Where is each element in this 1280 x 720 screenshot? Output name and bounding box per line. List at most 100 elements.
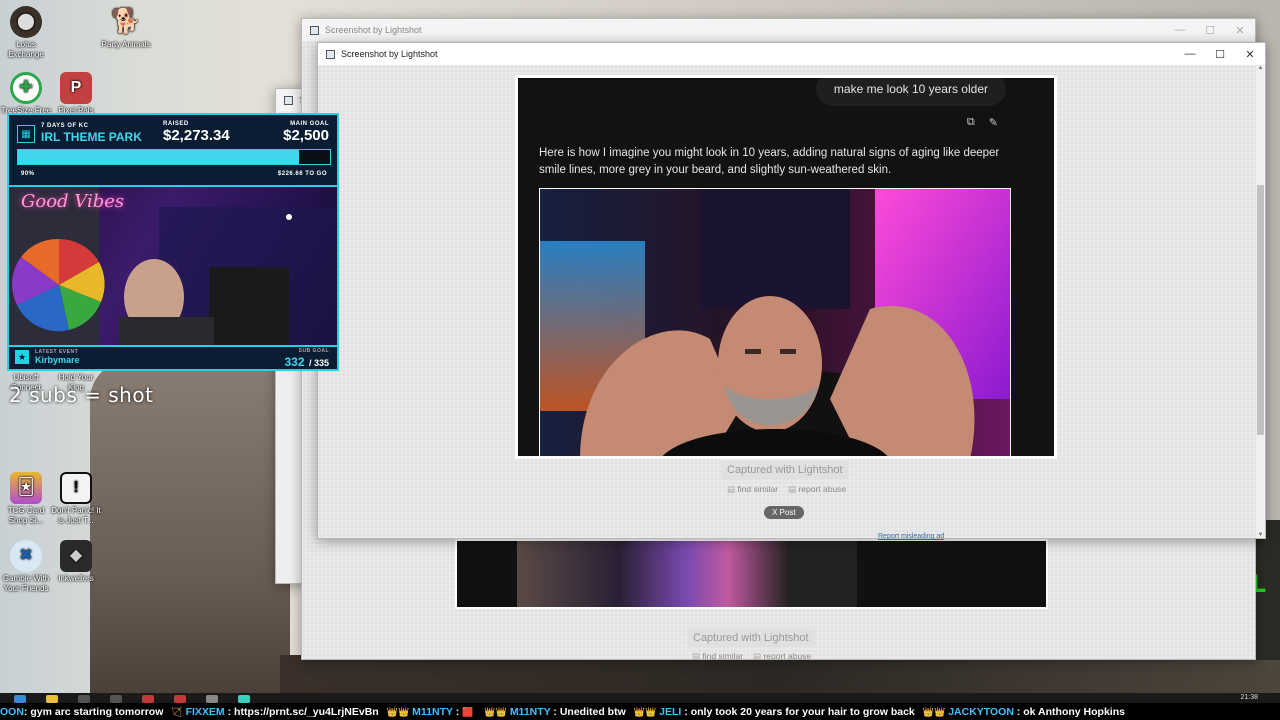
desktop-icon-dont-panic[interactable]: ! Don't Panic! It is Just T... [50, 472, 102, 526]
emote-icon: 👑👑 [386, 706, 410, 717]
lotus-icon: ⬤ [10, 6, 42, 38]
find-similar-link[interactable]: find similar [727, 484, 778, 495]
app-icon[interactable] [110, 695, 122, 703]
screenshot-card [455, 539, 1048, 609]
page-content: make me look 10 years older ⧉ ✎ Here is … [318, 65, 1265, 540]
report-abuse-link[interactable]: report abuse [753, 651, 811, 662]
links-row: find similar report abuse [727, 484, 846, 495]
desktop-icon-label: Gamble With Your Friends [2, 574, 50, 593]
app-icon[interactable] [78, 695, 90, 703]
ticker-user: JELI [659, 705, 682, 718]
ticker-user: M11NTY [509, 705, 551, 718]
close-button[interactable]: ✕ [1235, 43, 1265, 65]
raised-value: $2,273.34 [163, 127, 230, 144]
goal-value: $2,500 [283, 127, 329, 144]
desktop-icon-gamble[interactable]: ✖ Gamble With Your Friends [0, 540, 52, 594]
scroll-up-icon[interactable]: ▲ [1256, 65, 1265, 71]
taskbar-icons [0, 695, 250, 703]
scroll-down-icon[interactable]: ▼ [1256, 532, 1265, 538]
ticker-item: 👑👑 M11NTY : 🟥 [386, 705, 474, 718]
copy-icon: ⧉ [966, 116, 975, 128]
desktop-icon-treesize[interactable]: ✚ TreeSize Free [0, 72, 52, 116]
photo-illustration [540, 189, 1010, 456]
ticker-user: JACKYTOON [948, 705, 1014, 718]
sub-goal-counter: 332 / 335 [284, 353, 329, 371]
percent-label: 90% [21, 171, 35, 177]
sub-current: 332 [284, 355, 305, 369]
start-icon[interactable] [14, 695, 26, 703]
ticker-user: OON [0, 705, 24, 718]
screenshot-image [457, 541, 1046, 607]
goal-progress-bar [17, 149, 331, 165]
report-abuse-link[interactable]: report abuse [788, 484, 846, 495]
ticker-message: Unedited btw [559, 705, 626, 718]
screenshot-image: make me look 10 years older ⧉ ✎ Here is … [518, 78, 1054, 456]
scroll-thumb[interactable] [1257, 185, 1264, 435]
desktop-icon-label: Party Animals [101, 40, 151, 49]
desktop-icon-label: Don't Panic! It is Just T... [51, 506, 101, 525]
app-icon[interactable] [174, 695, 186, 703]
ticker-item: 👑👑 JELI : only took 20 years for your hai… [633, 705, 915, 718]
app-icon[interactable] [206, 695, 218, 703]
event-title: IRL THEME PARK [41, 130, 142, 144]
calendar-icon: ▦ [17, 125, 35, 143]
scrollbar[interactable]: ▲ ▼ [1256, 65, 1265, 538]
app-icon [284, 95, 293, 105]
emote-icon: 🟥 [462, 706, 474, 717]
maximize-button[interactable]: ☐ [1195, 19, 1225, 41]
desktop-icon-lotus[interactable]: ⬤ Lotus Exchange [0, 6, 52, 60]
ticker-prefix: OON: gym arc starting tomorrow [0, 705, 164, 718]
ticker-message: https://prnt.sc/_yu4LrjNEvBn [234, 705, 379, 718]
minimize-button[interactable]: — [1165, 19, 1195, 41]
subs-challenge-text: 2 subs = shot [9, 383, 154, 407]
minimize-button[interactable]: — [1175, 43, 1205, 65]
x-post-button[interactable]: X Post [764, 506, 804, 519]
sub-goal-total: / 335 [308, 358, 329, 368]
find-similar-link[interactable]: find similar [692, 651, 743, 662]
ticker-message: gym arc starting tomorrow [30, 705, 164, 718]
taskbar-clock: 21:38 [1240, 694, 1258, 701]
window-title: Screenshot by Lightshot [341, 49, 438, 59]
captured-label: Captured with Lightshot [721, 461, 849, 479]
app-icon[interactable] [142, 695, 154, 703]
ticker-message: only took 20 years for your hair to grow… [690, 705, 915, 718]
window-title: Screenshot by Lightshot [325, 25, 422, 35]
emote-icon: 👑👑 [633, 706, 657, 717]
ticker-item: 🏹 FIXXEM : https://prnt.sc/_yu4LrjNEvBn [171, 705, 379, 718]
report-ad-link[interactable]: Report misleading ad [878, 533, 944, 540]
latest-event-name: Kirbymare [35, 355, 80, 365]
app-icon[interactable] [238, 695, 250, 703]
donation-goal-panel: ▦ 7 DAYS OF KC IRL THEME PARK RAISED $2,… [9, 115, 337, 187]
captured-label: Captured with Lightshot [687, 629, 815, 647]
desktop-icon-tcg[interactable]: 🃏 TCG Card Shop Si... [0, 472, 52, 526]
emote-icon: 👑👑 [484, 706, 507, 717]
assistant-reply: Here is how I imagine you might look in … [539, 147, 1000, 176]
message-actions: ⧉ ✎ [967, 116, 998, 129]
pixel-icon: P [60, 72, 92, 104]
app-icon [326, 49, 335, 59]
edit-icon: ✎ [988, 117, 998, 129]
folder-icon[interactable] [46, 695, 58, 703]
desktop-icon-label: Inkwellers [58, 574, 94, 583]
titlebar: Screenshot by Lightshot — ☐ ✕ [302, 19, 1255, 41]
card-icon: 🃏 [10, 472, 42, 504]
gamble-icon: ✖ [10, 540, 42, 572]
goal-progress-fill [18, 150, 299, 164]
neon-sign: Good Vibes [21, 191, 125, 212]
dog-icon: 🐕 [111, 8, 141, 35]
ticker-item: 👑👑 JACKYTOON : ok Anthony Hopkins [922, 705, 1125, 718]
screenshot-card: make me look 10 years older ⧉ ✎ Here is … [515, 75, 1057, 459]
titlebar: Screenshot by Lightshot — ☐ ✕ [318, 43, 1265, 65]
desktop-icon-party-animals[interactable]: 🐕 Party Animals [100, 6, 152, 50]
aged-photo [539, 188, 1011, 456]
desktop-icon-label: Lotus Exchange [8, 40, 44, 59]
latest-event-panel: ★ LATEST EVENT Kirbymare SUB GOAL 332 / … [9, 345, 337, 369]
maximize-button[interactable]: ☐ [1205, 43, 1235, 65]
lightshot-window[interactable]: Screenshot by Lightshot — ☐ ✕ make me lo… [317, 42, 1266, 540]
desktop-icon-label: TCG Card Shop Si... [7, 506, 45, 525]
desktop-icon-pixel[interactable]: P Pixel Pals [50, 72, 102, 116]
days-label: 7 DAYS OF KC [41, 123, 89, 129]
close-button[interactable]: ✕ [1225, 19, 1255, 41]
desktop-icon-inkwellers[interactable]: ◆ Inkwellers [50, 540, 102, 584]
emote-icon: 🏹 [171, 706, 183, 717]
